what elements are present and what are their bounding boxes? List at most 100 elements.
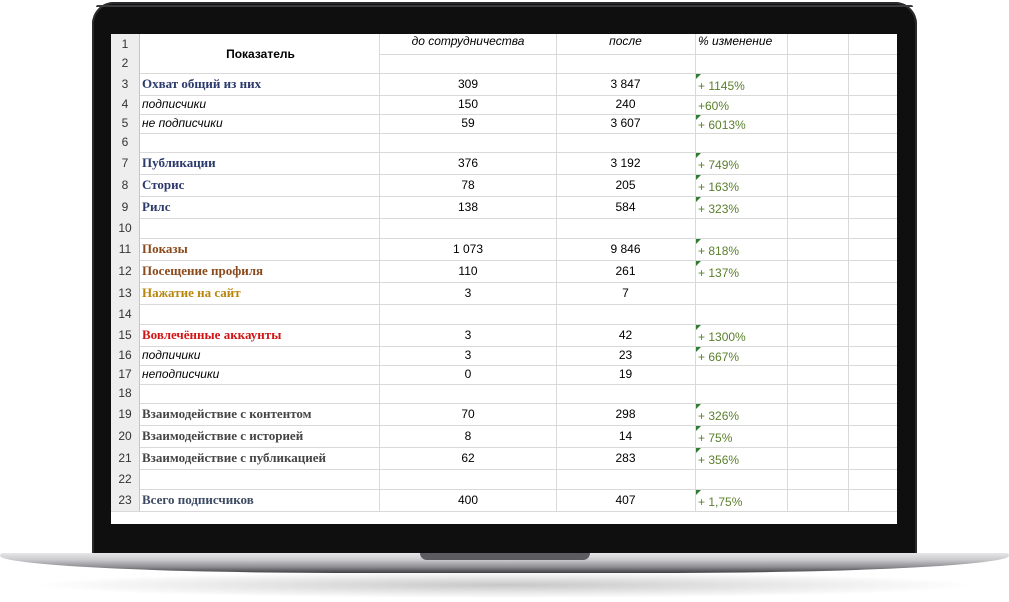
after-value-cell[interactable]: 584 xyxy=(556,196,696,218)
metric-label-cell[interactable]: не подписчики xyxy=(140,114,380,133)
percent-change-cell[interactable]: + 749% xyxy=(695,152,788,174)
percent-change-cell[interactable] xyxy=(695,304,788,324)
row-number[interactable]: 21 xyxy=(111,447,140,469)
empty-cell[interactable] xyxy=(788,73,849,95)
percent-change-cell[interactable]: + 1300% xyxy=(695,324,788,346)
empty-cell[interactable] xyxy=(848,260,897,282)
after-value-cell[interactable]: 14 xyxy=(556,425,696,447)
empty-cell[interactable] xyxy=(848,238,897,260)
empty-cell[interactable] xyxy=(788,95,849,114)
empty-cell[interactable] xyxy=(848,469,897,489)
empty-cell[interactable] xyxy=(788,282,849,304)
header-cell-after[interactable]: после xyxy=(556,34,696,54)
percent-change-cell[interactable]: + 667% xyxy=(695,346,788,365)
before-value-cell[interactable]: 400 xyxy=(380,489,557,511)
metric-label-cell[interactable]: Показы xyxy=(140,238,380,260)
percent-change-cell[interactable]: + 1,75% xyxy=(695,489,788,511)
percent-change-cell[interactable] xyxy=(695,282,788,304)
empty-cell[interactable] xyxy=(848,114,897,133)
percent-change-cell[interactable] xyxy=(695,365,788,384)
after-value-cell[interactable]: 42 xyxy=(556,324,696,346)
after-value-cell[interactable]: 261 xyxy=(556,260,696,282)
empty-cell[interactable] xyxy=(848,133,897,152)
empty-cell[interactable] xyxy=(788,384,849,403)
percent-change-cell[interactable] xyxy=(695,384,788,403)
empty-cell[interactable] xyxy=(788,469,849,489)
percent-change-cell[interactable]: + 75% xyxy=(695,425,788,447)
before-value-cell[interactable] xyxy=(380,218,557,238)
metric-label-cell[interactable]: подпичики xyxy=(140,346,380,365)
empty-cell[interactable] xyxy=(788,403,849,425)
after-value-cell[interactable]: 298 xyxy=(556,403,696,425)
percent-change-cell[interactable]: + 137% xyxy=(695,260,788,282)
row-number[interactable]: 2 xyxy=(111,54,140,73)
empty-cell[interactable] xyxy=(848,346,897,365)
before-value-cell[interactable]: 376 xyxy=(380,152,557,174)
after-value-cell[interactable]: 3 847 xyxy=(556,73,696,95)
empty-cell[interactable] xyxy=(848,95,897,114)
header-cell-before[interactable]: до сотрудничества xyxy=(380,34,557,54)
percent-change-cell[interactable]: + 326% xyxy=(695,403,788,425)
metric-label-cell[interactable]: Посещение профиля xyxy=(140,260,380,282)
percent-change-cell[interactable]: + 163% xyxy=(695,174,788,196)
after-value-cell[interactable]: 205 xyxy=(556,174,696,196)
empty-cell[interactable] xyxy=(695,54,788,73)
empty-cell[interactable] xyxy=(788,346,849,365)
metric-label-cell[interactable]: Взаимодействие с публикацией xyxy=(140,447,380,469)
empty-cell[interactable] xyxy=(848,324,897,346)
metric-label-cell[interactable] xyxy=(140,304,380,324)
empty-cell[interactable] xyxy=(848,196,897,218)
row-number[interactable]: 20 xyxy=(111,425,140,447)
metric-label-cell[interactable]: Взаимодействие с контентом xyxy=(140,403,380,425)
row-number[interactable]: 15 xyxy=(111,324,140,346)
row-number[interactable]: 5 xyxy=(111,114,140,133)
empty-cell[interactable] xyxy=(788,260,849,282)
percent-change-cell[interactable]: + 1145% xyxy=(695,73,788,95)
row-number[interactable]: 17 xyxy=(111,365,140,384)
after-value-cell[interactable]: 240 xyxy=(556,95,696,114)
before-value-cell[interactable]: 3 xyxy=(380,324,557,346)
empty-cell[interactable] xyxy=(848,403,897,425)
empty-cell[interactable] xyxy=(380,54,557,73)
percent-change-cell[interactable]: + 356% xyxy=(695,447,788,469)
after-value-cell[interactable] xyxy=(556,304,696,324)
empty-cell[interactable] xyxy=(848,54,897,73)
metric-label-cell[interactable] xyxy=(140,469,380,489)
before-value-cell[interactable]: 59 xyxy=(380,114,557,133)
after-value-cell[interactable]: 407 xyxy=(556,489,696,511)
row-number[interactable]: 10 xyxy=(111,218,140,238)
empty-cell[interactable] xyxy=(788,133,849,152)
empty-cell[interactable] xyxy=(788,34,849,54)
before-value-cell[interactable]: 309 xyxy=(380,73,557,95)
after-value-cell[interactable] xyxy=(556,469,696,489)
empty-cell[interactable] xyxy=(848,174,897,196)
before-value-cell[interactable] xyxy=(380,384,557,403)
before-value-cell[interactable]: 110 xyxy=(380,260,557,282)
before-value-cell[interactable] xyxy=(380,304,557,324)
row-number[interactable]: 11 xyxy=(111,238,140,260)
metric-label-cell[interactable] xyxy=(140,133,380,152)
before-value-cell[interactable]: 0 xyxy=(380,365,557,384)
metric-label-cell[interactable]: Вовлечённые аккаунты xyxy=(140,324,380,346)
before-value-cell[interactable]: 78 xyxy=(380,174,557,196)
header-cell-label[interactable]: Показатель xyxy=(140,34,380,74)
row-number[interactable]: 18 xyxy=(111,384,140,403)
before-value-cell[interactable]: 70 xyxy=(380,403,557,425)
row-number[interactable]: 19 xyxy=(111,403,140,425)
empty-cell[interactable] xyxy=(848,73,897,95)
after-value-cell[interactable] xyxy=(556,133,696,152)
empty-cell[interactable] xyxy=(788,196,849,218)
percent-change-cell[interactable]: + 6013% xyxy=(695,114,788,133)
before-value-cell[interactable]: 62 xyxy=(380,447,557,469)
metric-label-cell[interactable]: Охват общий из них xyxy=(140,73,380,95)
empty-cell[interactable] xyxy=(788,365,849,384)
percent-change-cell[interactable]: +60% xyxy=(695,95,788,114)
row-number[interactable]: 4 xyxy=(111,95,140,114)
empty-cell[interactable] xyxy=(848,365,897,384)
after-value-cell[interactable]: 9 846 xyxy=(556,238,696,260)
before-value-cell[interactable] xyxy=(380,133,557,152)
empty-cell[interactable] xyxy=(788,114,849,133)
before-value-cell[interactable]: 3 xyxy=(380,282,557,304)
before-value-cell[interactable]: 150 xyxy=(380,95,557,114)
empty-cell[interactable] xyxy=(788,324,849,346)
